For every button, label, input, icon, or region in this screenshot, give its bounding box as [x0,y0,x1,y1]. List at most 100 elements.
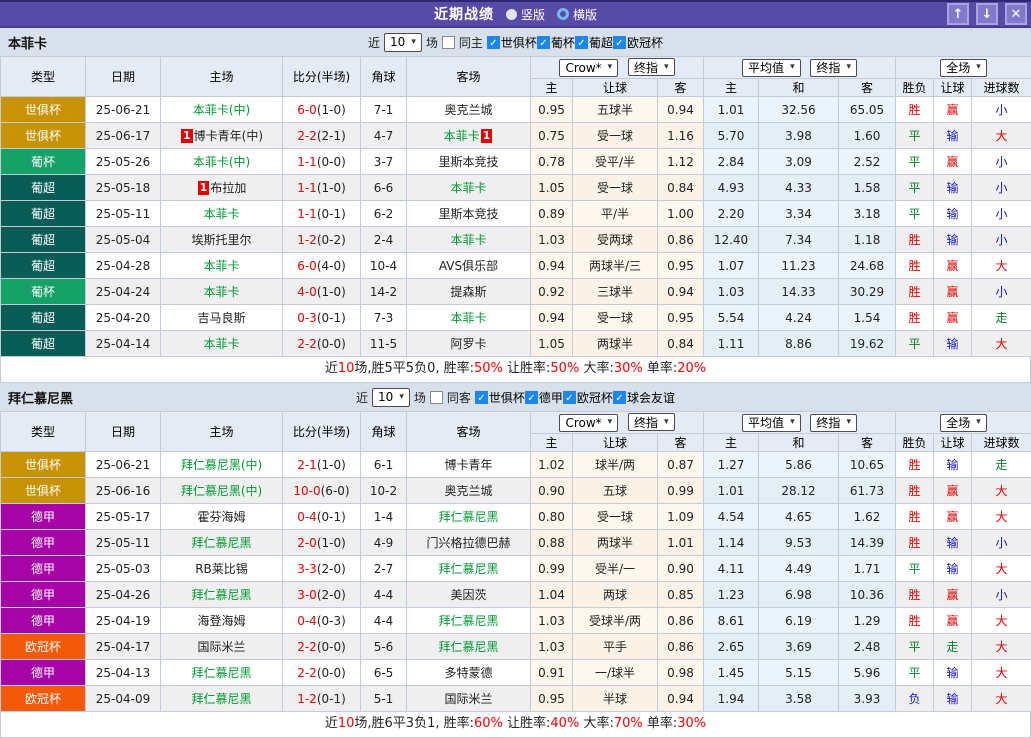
avg-draw-odds: 4.24 [759,305,839,331]
corner-cell: 5-1 [361,686,407,712]
away-team-name: 本菲卡 [450,311,486,325]
handicap-away-odds: 1.00 [658,201,704,227]
match-date: 25-05-18 [86,175,161,201]
competition-filter-item[interactable]: ✓ 葡超 [575,34,613,51]
competition-filter-item[interactable]: ✓ 葡杯 [537,34,575,51]
avg-draw-odds: 4.49 [759,556,839,582]
handicap-result-cell: 输 [934,331,972,357]
score-cell: 1-2(0-2) [283,227,361,253]
competition-filter-item[interactable]: ✓ 世俱杯 [487,34,537,51]
close-button[interactable]: ✕ [1005,3,1027,25]
check-icon: ✓ [576,37,587,50]
handicap-home-odds: 0.94 [531,253,573,279]
col-header-away: 客场 [407,412,531,452]
score-cell: 2-2(0-0) [283,660,361,686]
chevron-down-icon: ▾ [976,63,981,72]
handicap-home-odds: 0.99 [531,556,573,582]
average-select[interactable]: 平均值▾ [742,59,801,77]
match-count-select[interactable]: 10 ▾ [372,388,410,407]
radio-ring-icon [557,8,569,20]
half-score: (1-0) [317,103,346,117]
odds-time-select[interactable]: 终指▾ [628,58,675,76]
col-header-home: 主场 [161,412,283,452]
competition-filter-item[interactable]: ✓ 德甲 [525,389,563,406]
match-date: 25-06-21 [86,97,161,123]
competition-label: 葡超 [589,34,613,51]
bookmaker-select[interactable]: Crow*▾ [559,414,618,432]
bookmaker-select[interactable]: Crow*▾ [559,59,618,77]
home-team-name: 本菲卡 [203,259,239,273]
average-select[interactable]: 平均值▾ [742,414,801,432]
competition-checkbox[interactable]: ✓ [563,391,576,404]
half-score: (0-1) [317,692,346,706]
competition-checkbox[interactable]: ✓ [487,36,500,49]
home-team: 拜仁慕尼黑 [161,660,283,686]
goals-result-cell: 小 [972,582,1031,608]
competition-checkbox[interactable]: ✓ [537,36,550,49]
home-team: 拜仁慕尼黑 [161,530,283,556]
competition-checkbox[interactable]: ✓ [575,36,588,49]
result-cell: 胜 [896,452,934,478]
same-venue-checkbox[interactable] [442,36,455,49]
competition-checkbox[interactable]: ✓ [475,391,488,404]
col-header-handicap-home: 主 [531,434,573,452]
handicap-line: 五球 [573,478,658,504]
competition-badge: 世俱杯 [1,97,86,123]
avg-home-odds: 1.01 [704,478,759,504]
match-count-select[interactable]: 10 ▾ [384,33,422,52]
move-down-button[interactable]: ↓ [976,3,998,25]
handicap-away-odds: 0.84 [658,331,704,357]
competition-filter-item[interactable]: ✓ 球会友谊 [613,389,675,406]
handicap-home-odds: 0.92 [531,279,573,305]
home-rank-badge: 1 [181,129,193,143]
competition-checkbox[interactable]: ✓ [525,391,538,404]
half-score: (0-2) [317,233,346,247]
handicap-line: 平手 [573,634,658,660]
scope-select[interactable]: 全场▾ [940,59,987,77]
layout-horizontal-radio[interactable]: 横版 [557,6,597,23]
col-header-corner: 角球 [361,57,407,97]
avg-draw-odds: 3.09 [759,149,839,175]
odds-time-select[interactable]: 终指▾ [810,59,857,77]
competition-filter-item[interactable]: ✓ 欧冠杯 [563,389,613,406]
handicap-result-cell: 赢 [934,149,972,175]
competition-filter-item[interactable]: ✓ 欧冠杯 [613,34,663,51]
away-team: 奥克兰城 [407,478,531,504]
competition-badge: 德甲 [1,504,86,530]
move-up-button[interactable]: ↑ [947,3,969,25]
competition-label: 欧冠杯 [577,389,613,406]
competition-checkbox[interactable]: ✓ [613,391,626,404]
home-team-name: 本菲卡(中) [193,155,250,169]
competition-label: 德甲 [539,389,563,406]
avg-home-odds: 1.23 [704,582,759,608]
avg-home-odds: 8.61 [704,608,759,634]
col-header-handicap-result: 让球 [934,79,972,97]
away-team-name: 国际米兰 [444,692,492,706]
competition-filter-item[interactable]: ✓ 世俱杯 [475,389,525,406]
avg-away-odds: 2.48 [839,634,896,660]
match-date: 25-04-09 [86,686,161,712]
handicap-odds-group: Crow*▾ 终指▾ [531,57,704,79]
full-score: 6-0 [297,103,317,117]
odds-time-select[interactable]: 终指▾ [628,413,675,431]
away-team-name: 奥克兰城 [444,103,492,117]
scope-select[interactable]: 全场▾ [940,414,987,432]
match-date: 25-04-20 [86,305,161,331]
competition-checkbox[interactable]: ✓ [613,36,626,49]
handicap-result-cell: 输 [934,530,972,556]
avg-home-odds: 4.11 [704,556,759,582]
avg-draw-odds: 3.98 [759,123,839,149]
col-header-avg-draw: 和 [759,434,839,452]
avg-draw-odds: 5.86 [759,452,839,478]
half-score: (0-0) [317,155,346,169]
competition-badge: 葡杯 [1,279,86,305]
goals-result-cell: 大 [972,634,1031,660]
goals-result-cell: 小 [972,530,1031,556]
away-team-name: 多特蒙德 [444,666,492,680]
same-venue-checkbox[interactable] [430,391,443,404]
odds-time-select[interactable]: 终指▾ [810,414,857,432]
home-team-name: 本菲卡 [203,337,239,351]
page-title: 近期战绩 [434,4,494,24]
avg-home-odds: 4.93 [704,175,759,201]
layout-vertical-radio[interactable]: 竖版 [506,6,545,23]
